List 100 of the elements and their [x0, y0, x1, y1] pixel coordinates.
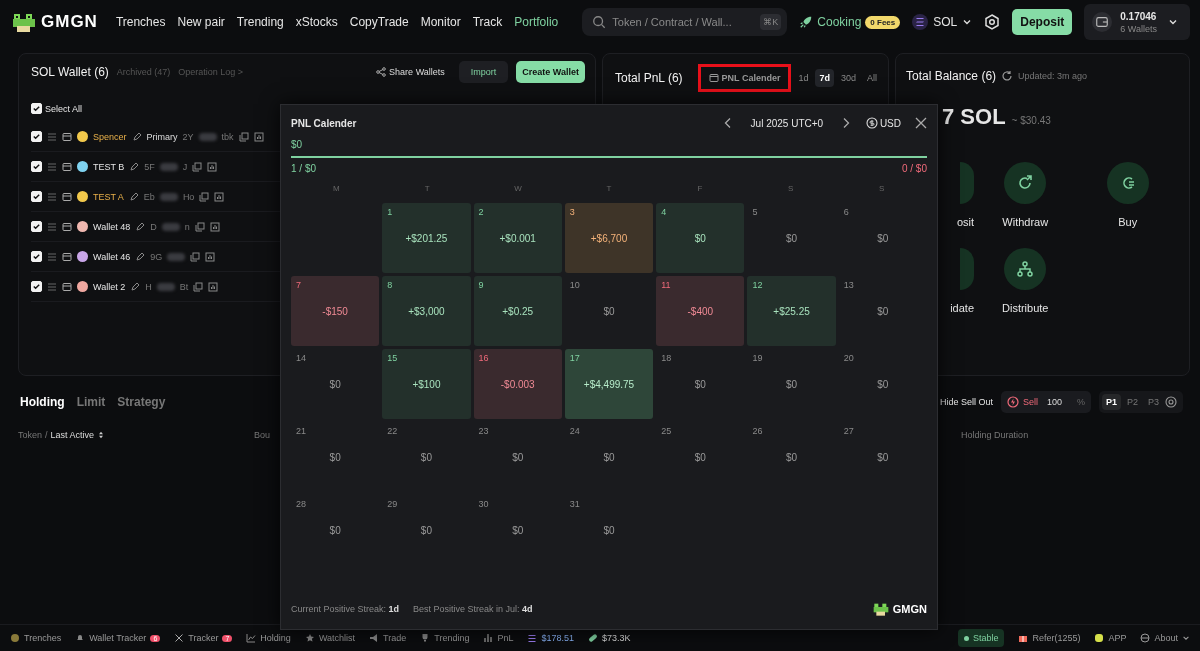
copy-icon[interactable]: [194, 221, 205, 232]
app-link[interactable]: APP: [1094, 633, 1127, 643]
best-streak: Best Positive Streak in Jul: 4d: [413, 604, 533, 614]
drag-handle-icon[interactable]: [47, 131, 57, 142]
sol-price: $178.51: [541, 633, 574, 643]
updated-time: Updated: 3m ago: [1018, 71, 1088, 81]
calendar-day: 26 $0: [747, 422, 836, 492]
checkbox[interactable]: [31, 191, 42, 202]
nav-link[interactable]: Trenches: [115, 15, 166, 29]
preset-tab[interactable]: P2: [1122, 394, 1142, 410]
footer-link[interactable]: Trade: [369, 633, 407, 643]
distribute-button[interactable]: [1004, 248, 1047, 290]
refer-link[interactable]: Refer(1255): [1018, 633, 1081, 643]
edit-icon[interactable]: [135, 251, 146, 262]
chart-icon[interactable]: [209, 221, 220, 232]
chart-icon[interactable]: [214, 191, 225, 202]
calendar-day: 28 $0: [291, 495, 380, 565]
stable-status[interactable]: Stable: [957, 629, 1005, 647]
action-label: Distribute: [1002, 302, 1049, 314]
preset-tab[interactable]: P1: [1101, 394, 1121, 410]
sol-icon: [527, 633, 538, 643]
action-label: Withdraw: [1002, 216, 1049, 228]
drag-handle-icon[interactable]: [47, 251, 57, 262]
about-menu[interactable]: About: [1140, 633, 1190, 643]
footer-link[interactable]: Trenches: [10, 633, 62, 643]
footer-link[interactable]: PnL: [483, 633, 514, 643]
hide-sell-out-label[interactable]: Hide Sell Out: [939, 397, 993, 407]
chart-icon[interactable]: [208, 281, 219, 292]
import-button[interactable]: Import: [458, 61, 509, 83]
close-icon[interactable]: [915, 117, 927, 129]
copy-icon[interactable]: [190, 251, 201, 262]
holdings-tab[interactable]: Limit: [74, 395, 108, 409]
sell-amount-field[interactable]: Sell 100 %: [1000, 391, 1091, 413]
share-icon: [376, 67, 387, 77]
nav-link[interactable]: Trending: [236, 15, 284, 29]
copy-icon[interactable]: [199, 191, 210, 202]
calendar-day: 22 $0: [382, 422, 471, 492]
chart-icon[interactable]: [253, 131, 264, 142]
nav-link[interactable]: Portfolio: [514, 15, 559, 29]
edit-icon[interactable]: [128, 191, 139, 202]
copy-icon[interactable]: [192, 161, 203, 172]
nav-link[interactable]: CopyTrade: [349, 15, 409, 29]
preset-tab[interactable]: P3: [1144, 394, 1163, 410]
calendar-day: 5 $0: [747, 203, 836, 273]
checkbox[interactable]: [31, 103, 42, 114]
edit-icon[interactable]: [129, 161, 140, 172]
footer-link[interactable]: Watchlist: [304, 633, 356, 643]
chain-selector[interactable]: SOL: [912, 14, 973, 30]
wallet-name: Wallet 46: [93, 251, 131, 262]
period-tab[interactable]: 30d: [837, 69, 860, 87]
pnl-calendar-button[interactable]: PNL Calender: [697, 64, 792, 92]
wallet-name: Spencer: [93, 131, 127, 142]
drag-handle-icon[interactable]: [47, 221, 57, 232]
wallet-selector[interactable]: 0.17046 6 Wallets: [1084, 4, 1190, 40]
holdings-tab[interactable]: Holding: [18, 395, 67, 409]
create-wallet-button[interactable]: Create Wallet: [516, 61, 585, 83]
withdraw-button[interactable]: [1004, 162, 1047, 204]
checkbox[interactable]: [31, 161, 42, 172]
checkbox[interactable]: [31, 251, 42, 262]
checkbox[interactable]: [31, 131, 42, 142]
share-wallets-link[interactable]: Share Wallets: [376, 67, 445, 77]
wallet-icon: [62, 131, 72, 142]
edit-icon[interactable]: [135, 221, 146, 232]
calendar-day: 7 -$150: [291, 276, 380, 346]
footer-link[interactable]: Holding: [246, 633, 291, 643]
period-tab[interactable]: 1d: [794, 69, 813, 87]
period-tab[interactable]: 7d: [815, 69, 834, 87]
footer-link[interactable]: Trending: [420, 633, 470, 643]
copy-icon[interactable]: [193, 281, 204, 292]
cooking-label[interactable]: Cooking: [817, 15, 862, 29]
currency-toggle[interactable]: USD: [865, 117, 901, 129]
chart-icon[interactable]: [207, 161, 218, 172]
drag-handle-icon[interactable]: [47, 281, 57, 292]
nav-link[interactable]: New pair: [177, 15, 225, 29]
checkbox[interactable]: [31, 221, 42, 232]
drag-handle-icon[interactable]: [47, 191, 57, 202]
drag-handle-icon[interactable]: [47, 161, 57, 172]
copy-icon[interactable]: [238, 131, 249, 142]
calendar-day: 16 -$0.003: [473, 349, 562, 419]
weekday-label: S: [787, 184, 795, 193]
nav-link[interactable]: Monitor: [420, 15, 461, 29]
edit-icon[interactable]: [130, 281, 141, 292]
search-field[interactable]: Token / Contract / Wall... ⌘K: [582, 8, 788, 36]
sort-column-header[interactable]: Last Active: [50, 430, 95, 440]
nav-link[interactable]: xStocks: [295, 15, 338, 29]
calendar-day: 1 +$201.25: [382, 203, 471, 273]
chart-icon[interactable]: [205, 251, 216, 262]
period-tab[interactable]: All: [863, 69, 882, 87]
nav-link[interactable]: Track: [472, 15, 503, 29]
search-input[interactable]: Token / Contract / Wall...: [612, 16, 755, 28]
buy-button[interactable]: [1106, 162, 1149, 204]
refresh-icon[interactable]: [1001, 70, 1014, 82]
holdings-tab[interactable]: Strategy: [115, 395, 168, 409]
checkbox[interactable]: [31, 281, 42, 292]
settings-icon[interactable]: [1165, 396, 1177, 408]
edit-icon[interactable]: [131, 131, 142, 142]
sol-icon: [912, 14, 929, 30]
deposit-button[interactable]: Deposit: [1012, 9, 1073, 35]
wallet-icon: [62, 221, 72, 232]
settings-icon[interactable]: [984, 14, 1001, 30]
